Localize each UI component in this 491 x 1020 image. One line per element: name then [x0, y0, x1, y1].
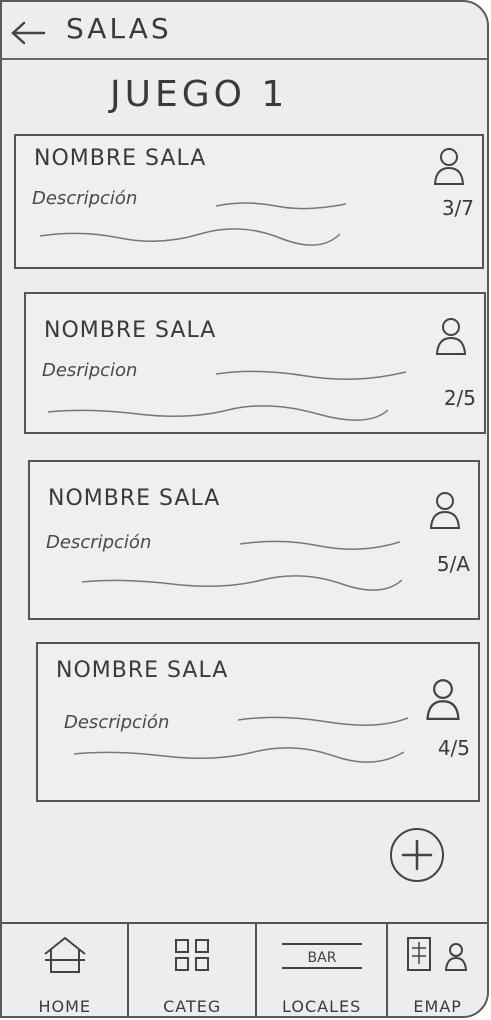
- occupancy-count: 3/7: [441, 196, 474, 220]
- description-scribble: [74, 747, 404, 763]
- nav-label-locales: LOCALES: [282, 997, 362, 1016]
- occupancy-count: 5/A: [436, 552, 470, 576]
- page-title: SALAS: [66, 12, 172, 45]
- phone-screen: SALAS JUEGO 1 NOMBRE SALA Descripción 3/…: [0, 0, 489, 1018]
- room-card[interactable]: NOMBRE SALA Desripcion 2/5: [24, 292, 486, 434]
- room-name: NOMBRE SALA: [48, 486, 221, 511]
- description-scribble: [216, 202, 346, 210]
- nav-label-categories: CATEG: [163, 997, 222, 1016]
- room-description: Descripción: [32, 188, 138, 209]
- description-scribble: [40, 228, 340, 246]
- description-scribble: [48, 405, 388, 421]
- bar-icon: BAR: [281, 943, 362, 969]
- arrow-left-icon[interactable]: [8, 18, 48, 48]
- room-name: NOMBRE SALA: [34, 146, 207, 171]
- description-scribble: [238, 716, 408, 726]
- occupancy-count: 4/5: [437, 736, 470, 760]
- plus-icon: [401, 839, 433, 871]
- add-room-button[interactable]: [390, 828, 444, 882]
- nav-home[interactable]: HOME: [2, 924, 130, 1016]
- occupancy-count: 2/5: [443, 386, 476, 410]
- nav-categories[interactable]: CATEG: [129, 924, 257, 1016]
- bottom-nav: HOME CATEG BAR LOCALES EMAP: [2, 922, 487, 1016]
- game-title: JUEGO 1: [110, 74, 289, 115]
- house-icon: [44, 936, 86, 973]
- user-icon: [435, 318, 467, 355]
- room-name: NOMBRE SALA: [44, 318, 217, 343]
- nav-locales[interactable]: BAR LOCALES: [257, 924, 389, 1016]
- description-scribble: [82, 575, 402, 591]
- room-card[interactable]: NOMBRE SALA Descripción 5/A: [28, 460, 480, 620]
- map-icon: [406, 937, 467, 971]
- svg-text:BAR: BAR: [307, 950, 336, 966]
- room-card[interactable]: NOMBRE SALA Descripción 4/5: [36, 642, 480, 802]
- room-description: Descripción: [64, 712, 170, 733]
- nav-label-home: HOME: [38, 997, 91, 1016]
- user-icon: [429, 492, 461, 529]
- user-icon: [426, 679, 460, 720]
- description-scribble: [240, 540, 400, 550]
- room-card[interactable]: NOMBRE SALA Descripción 3/7: [14, 134, 484, 269]
- user-icon: [433, 148, 465, 185]
- nav-map[interactable]: EMAP: [388, 924, 487, 1016]
- grid-icon: [175, 939, 210, 971]
- room-description: Desripcion: [42, 360, 138, 381]
- top-bar: SALAS: [2, 2, 487, 60]
- room-name: NOMBRE SALA: [56, 658, 229, 683]
- description-scribble: [216, 370, 406, 380]
- nav-label-map: EMAP: [413, 997, 462, 1016]
- room-description: Descripción: [46, 532, 152, 553]
